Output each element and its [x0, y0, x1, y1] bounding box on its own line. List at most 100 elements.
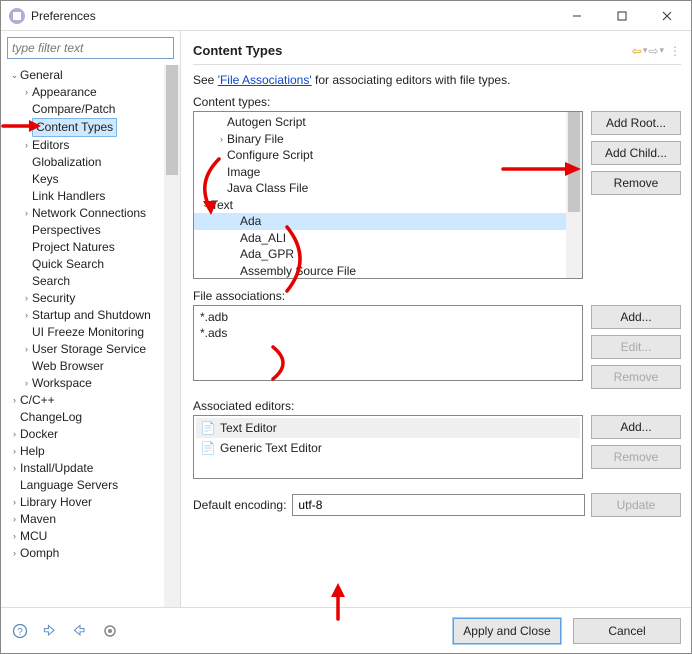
oomph-icon[interactable]: [101, 622, 119, 640]
expand-icon[interactable]: ›: [9, 545, 20, 562]
content-types-list[interactable]: Autogen Script ›Binary File Configure Sc…: [193, 111, 583, 279]
expand-icon[interactable]: ›: [21, 341, 32, 358]
tree-item[interactable]: UI Freeze Monitoring: [32, 324, 144, 341]
window-title: Preferences: [31, 9, 554, 23]
description: See 'File Associations' for associating …: [193, 73, 681, 87]
expand-icon[interactable]: ›: [9, 443, 20, 460]
list-item[interactable]: 📄 Text Editor: [196, 418, 580, 438]
import-icon[interactable]: [41, 622, 59, 640]
list-item[interactable]: Autogen Script: [227, 115, 306, 129]
list-item[interactable]: *.adb: [200, 310, 576, 326]
tree-item[interactable]: Install/Update: [20, 460, 93, 477]
forward-icon[interactable]: ⇨: [648, 44, 658, 58]
maximize-button[interactable]: [599, 1, 644, 30]
file-assoc-list[interactable]: *.adb *.ads: [193, 305, 583, 381]
expand-icon[interactable]: ›: [9, 460, 20, 477]
add-child-button[interactable]: Add Child...: [591, 141, 681, 165]
apply-close-button[interactable]: Apply and Close: [453, 618, 561, 644]
nav-icons: ⇦▾ ⇨▾ ⋮: [632, 44, 681, 58]
tree-item[interactable]: Link Handlers: [32, 188, 105, 205]
tree-item[interactable]: Workspace: [32, 375, 92, 392]
tree-item[interactable]: Maven: [20, 511, 56, 528]
tree-item[interactable]: Keys: [32, 171, 59, 188]
expand-icon[interactable]: ›: [21, 375, 32, 392]
expand-icon[interactable]: ›: [9, 426, 20, 443]
list-item[interactable]: Ada_GPR: [240, 247, 294, 261]
tree-item[interactable]: Globalization: [32, 154, 101, 171]
tree-item-content-types[interactable]: Content Types: [32, 118, 117, 137]
expand-icon[interactable]: ›: [21, 205, 32, 222]
remove-button[interactable]: Remove: [591, 365, 681, 389]
back-icon[interactable]: ⇦: [632, 44, 642, 58]
cancel-button[interactable]: Cancel: [573, 618, 681, 644]
tree-item[interactable]: Network Connections: [32, 205, 146, 222]
encoding-input[interactable]: [292, 494, 585, 516]
file-associations-link[interactable]: 'File Associations': [218, 73, 312, 87]
sidebar: type filter text ⌄General ›Appearance Co…: [1, 31, 181, 607]
export-icon[interactable]: [71, 622, 89, 640]
list-item[interactable]: Configure Script: [227, 148, 313, 162]
add-button[interactable]: Add...: [591, 415, 681, 439]
expand-icon[interactable]: ›: [21, 307, 32, 324]
list-item-text[interactable]: Text: [211, 198, 233, 212]
close-button[interactable]: [644, 1, 689, 30]
tree-item[interactable]: User Storage Service: [32, 341, 146, 358]
assoc-editors-list[interactable]: 📄 Text Editor 📄 Generic Text Editor: [193, 415, 583, 479]
expand-icon[interactable]: ⌄: [9, 67, 20, 84]
filter-input[interactable]: type filter text: [7, 37, 174, 59]
scrollbar[interactable]: [164, 65, 180, 607]
list-item[interactable]: 📄 Generic Text Editor: [196, 438, 580, 458]
tree-item[interactable]: Perspectives: [32, 222, 101, 239]
list-item[interactable]: Java Class File: [227, 181, 308, 195]
tree-item[interactable]: Docker: [20, 426, 58, 443]
tree-item[interactable]: ChangeLog: [20, 409, 82, 426]
tree-item[interactable]: Editors: [32, 137, 69, 154]
list-item[interactable]: Binary File: [227, 132, 284, 146]
tree-item[interactable]: Web Browser: [32, 358, 104, 375]
expand-icon[interactable]: ›: [21, 137, 32, 154]
scrollbar[interactable]: [566, 112, 582, 278]
remove-button[interactable]: Remove: [591, 171, 681, 195]
tree-item[interactable]: Language Servers: [20, 477, 118, 494]
assoc-editors-label: Associated editors:: [193, 399, 681, 413]
remove-button[interactable]: Remove: [591, 445, 681, 469]
preferences-tree[interactable]: ⌄General ›Appearance Compare/Patch Conte…: [1, 67, 180, 562]
help-icon[interactable]: ?: [11, 622, 29, 640]
tree-item[interactable]: Compare/Patch: [32, 101, 115, 118]
encoding-label: Default encoding:: [193, 498, 286, 512]
tree-item-general[interactable]: General: [20, 67, 63, 84]
tree-item[interactable]: Oomph: [20, 545, 59, 562]
tree-item[interactable]: Search: [32, 273, 70, 290]
tree-item[interactable]: Library Hover: [20, 494, 92, 511]
file-assoc-label: File associations:: [193, 289, 681, 303]
editor-icon: 📄: [200, 421, 216, 435]
page-title: Content Types: [193, 43, 632, 58]
app-icon: [9, 8, 25, 24]
expand-icon[interactable]: ›: [21, 84, 32, 101]
add-root-button[interactable]: Add Root...: [591, 111, 681, 135]
tree-item[interactable]: MCU: [20, 528, 47, 545]
tree-item[interactable]: Help: [20, 443, 45, 460]
titlebar: Preferences: [1, 1, 691, 31]
list-item[interactable]: Assembly Source File: [240, 264, 356, 278]
tree-item[interactable]: Quick Search: [32, 256, 104, 273]
tree-item[interactable]: Appearance: [32, 84, 97, 101]
expand-icon[interactable]: ›: [21, 290, 32, 307]
list-item[interactable]: Image: [227, 165, 260, 179]
add-button[interactable]: Add...: [591, 305, 681, 329]
tree-item[interactable]: Project Natures: [32, 239, 115, 256]
expand-icon[interactable]: ›: [9, 392, 20, 409]
list-item-ada[interactable]: Ada: [240, 214, 261, 228]
edit-button[interactable]: Edit...: [591, 335, 681, 359]
list-item[interactable]: *.ads: [200, 326, 576, 342]
list-item[interactable]: Ada_ALI: [240, 231, 286, 245]
expand-icon[interactable]: ›: [9, 528, 20, 545]
tree-item[interactable]: Security: [32, 290, 75, 307]
expand-icon[interactable]: ›: [9, 511, 20, 528]
update-button[interactable]: Update: [591, 493, 681, 517]
expand-icon[interactable]: ›: [9, 494, 20, 511]
menu-icon[interactable]: ⋮: [669, 44, 681, 58]
minimize-button[interactable]: [554, 1, 599, 30]
tree-item[interactable]: C/C++: [20, 392, 55, 409]
tree-item[interactable]: Startup and Shutdown: [32, 307, 151, 324]
